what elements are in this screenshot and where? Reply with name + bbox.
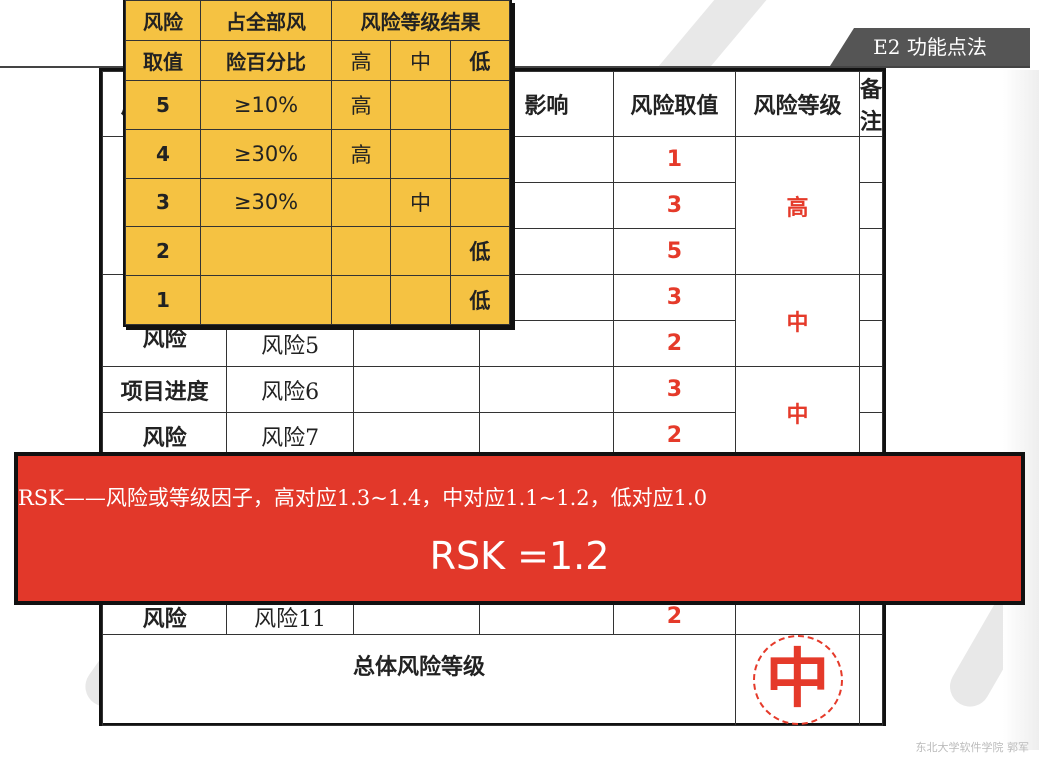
scale-row: 1 低 [125, 275, 511, 325]
footer-credit: 东北大学软件学院 郭军 [915, 741, 1030, 754]
risk-level: 中 [735, 366, 860, 459]
risk-value: 3 [612, 274, 737, 321]
header-risk-value: 风险取值 [612, 71, 737, 137]
risk-level: 高 [735, 136, 860, 275]
category-cell: 项目进度 [101, 366, 228, 413]
risk-level: 中 [735, 274, 860, 367]
scale-header-result: 风险等级结果 [331, 0, 510, 41]
section-label: E2 功能点法 [830, 28, 1030, 66]
risk-name: 风险6 [226, 366, 354, 413]
risk-value: 3 [612, 182, 737, 229]
header-risk-level: 风险等级 [735, 71, 860, 137]
scale-row: 3 ≥30% 中 [125, 177, 511, 228]
total-risk-stamp: 中 [752, 635, 843, 725]
side-decoration [1003, 70, 1039, 750]
scale-header-low: 低 [449, 40, 511, 81]
risk-scale-table: 风险 占全部风 风险等级结果 取值 险百分比 高 中 低 5 ≥10% 高 4 … [123, 0, 512, 327]
scale-header-mid: 中 [390, 40, 451, 81]
risk-name: 风险5 [226, 320, 354, 367]
rsk-banner: RSK——风险或等级因子，高对应1.3~1.4，中对应1.1~1.2，低对应1.… [14, 452, 1025, 605]
scale-row: 5 ≥10% 高 [125, 80, 511, 130]
rsk-equation: RSK =1.2 [429, 534, 610, 578]
risk-value: 2 [612, 320, 737, 367]
risk-value: 3 [612, 366, 737, 413]
risk-value: 5 [612, 228, 737, 275]
header-notes: 备注 [858, 71, 884, 137]
scale-row: 4 ≥30% 高 [125, 128, 511, 179]
scale-header-value: 风险 [125, 0, 201, 41]
scale-header-value-2: 取值 [125, 40, 201, 81]
scale-row: 2 低 [125, 226, 511, 277]
total-risk-label: 总体风险等级 [101, 634, 737, 726]
scale-header-percent-2: 险百分比 [200, 40, 332, 81]
risk-value: 1 [612, 136, 737, 183]
total-risk-cell: 中 [735, 634, 860, 726]
scale-header-high: 高 [330, 40, 392, 81]
scale-header-percent: 占全部风 [200, 0, 332, 41]
rsk-definition: RSK——风险或等级因子，高对应1.3~1.4，中对应1.1~1.2，低对应1.… [18, 486, 708, 510]
